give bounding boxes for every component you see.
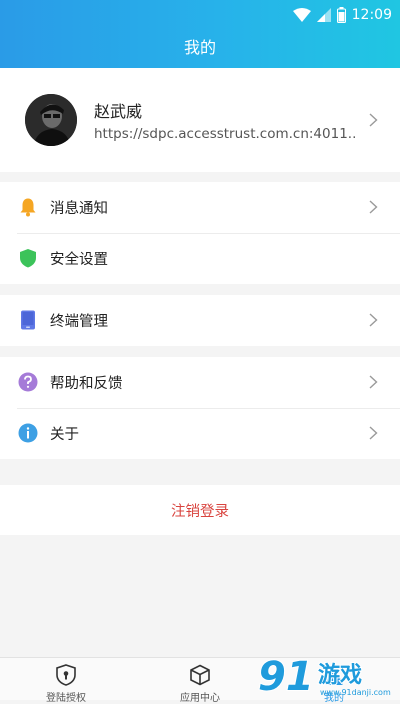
chevron-right-icon xyxy=(369,375,378,389)
battery-icon xyxy=(336,7,346,23)
settings-group-3: 帮助和反馈 关于 xyxy=(0,357,400,459)
chevron-right-icon xyxy=(369,426,378,440)
menu-item-security[interactable]: 安全设置 xyxy=(0,233,400,284)
site-watermark: 91 游戏 www.91danji.com xyxy=(256,652,396,701)
profile-server-url: https://sdpc.accesstrust.com.cn:4011... xyxy=(94,126,356,142)
svg-text:游戏: 游戏 xyxy=(318,662,362,688)
menu-item-label: 安全设置 xyxy=(50,252,108,268)
shield-icon xyxy=(20,249,36,268)
menu-item-label: 帮助和反馈 xyxy=(50,376,123,392)
tab-label: 登陆授权 xyxy=(46,693,86,704)
logout-button[interactable]: 注销登录 xyxy=(0,485,400,535)
phone-icon xyxy=(21,310,35,330)
box-icon xyxy=(190,664,210,686)
menu-item-label: 关于 xyxy=(50,427,79,443)
header-bar: 12:09 我的 xyxy=(0,0,400,68)
tab-login-authorization[interactable]: 登陆授权 xyxy=(26,664,106,704)
profile-name: 赵武威 xyxy=(94,102,143,121)
bell-icon xyxy=(20,198,36,217)
svg-text:91: 91 xyxy=(258,654,314,698)
question-icon xyxy=(18,372,38,392)
page-title: 我的 xyxy=(183,38,216,57)
profile-card[interactable]: 赵武威 https://sdpc.accesstrust.com.cn:4011… xyxy=(0,68,400,172)
menu-item-about[interactable]: 关于 xyxy=(0,408,400,459)
status-bar: 12:09 xyxy=(292,4,392,26)
menu-item-help-feedback[interactable]: 帮助和反馈 xyxy=(0,357,400,408)
tab-app-center[interactable]: 应用中心 xyxy=(160,664,240,704)
tab-label: 应用中心 xyxy=(180,693,220,704)
menu-item-label: 消息通知 xyxy=(50,201,108,217)
watermark-logo: 91 游戏 www.91danji.com xyxy=(257,653,391,701)
wifi-icon xyxy=(292,8,311,22)
menu-item-label: 终端管理 xyxy=(50,314,108,330)
keyhole-icon xyxy=(56,664,76,686)
logout-label: 注销登录 xyxy=(171,503,229,520)
menu-item-device-management[interactable]: 终端管理 xyxy=(0,295,400,346)
menu-item-notifications[interactable]: 消息通知 xyxy=(0,182,400,233)
avatar[interactable] xyxy=(25,94,77,146)
settings-group-1: 消息通知 安全设置 xyxy=(0,182,400,284)
status-time: 12:09 xyxy=(351,7,392,23)
signal-icon xyxy=(316,8,331,22)
avatar-photo xyxy=(25,94,77,146)
settings-group-2: 终端管理 xyxy=(0,295,400,346)
chevron-right-icon xyxy=(369,113,378,127)
chevron-right-icon xyxy=(369,200,378,214)
chevron-right-icon xyxy=(369,313,378,327)
svg-text:www.91danji.com: www.91danji.com xyxy=(320,688,391,697)
info-icon xyxy=(18,423,38,443)
